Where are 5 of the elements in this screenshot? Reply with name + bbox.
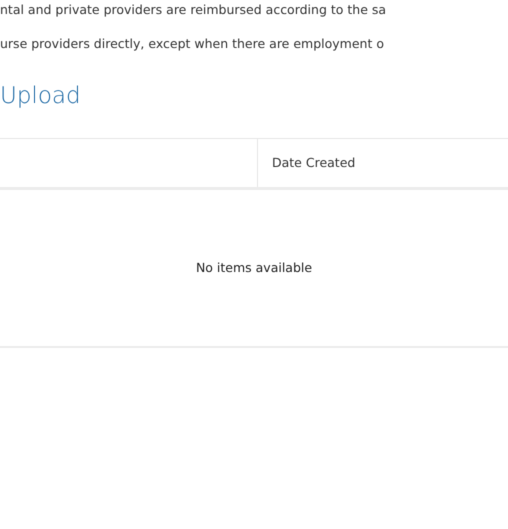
section-title: Upload [0, 82, 81, 110]
empty-message: No items available [196, 258, 312, 277]
column-header[interactable]: Date Created [272, 154, 356, 172]
paragraph-text: ntal and private providers are reimbursed according to the sa [0, 1, 386, 19]
paragraph-text: urse providers directly, except when there are employment o [0, 35, 384, 53]
